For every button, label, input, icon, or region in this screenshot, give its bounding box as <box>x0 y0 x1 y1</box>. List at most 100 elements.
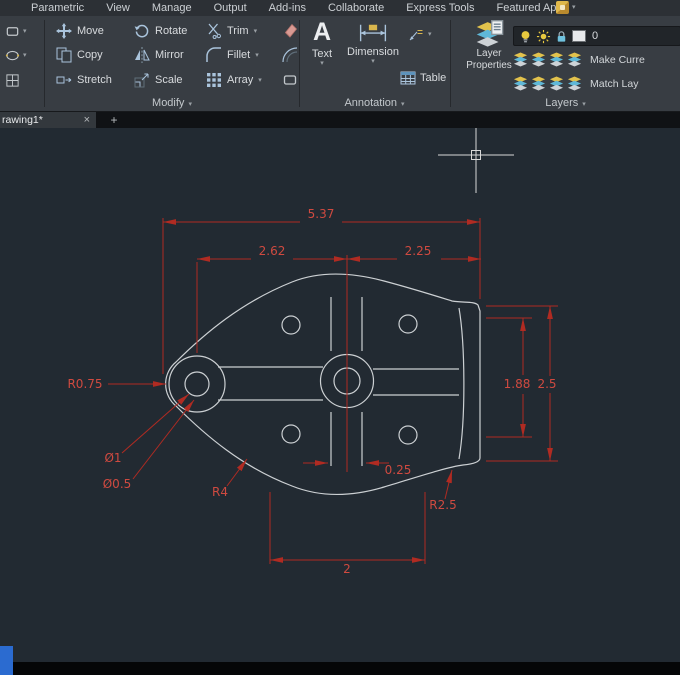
menu-item-manage[interactable]: Manage <box>141 2 203 14</box>
copy-button[interactable]: Copy <box>48 44 126 66</box>
rotate-label: Rotate <box>155 25 188 37</box>
layers-panel: Layer Properties 0 Make Curre Match Lay … <box>451 16 680 112</box>
layer-lock-icon <box>554 29 569 44</box>
layer-properties-label-2: Properties <box>466 60 512 71</box>
part-geometry[interactable] <box>165 273 481 495</box>
new-tab-button[interactable]: + <box>106 113 122 127</box>
ellipse-tool-button[interactable]: ▾ <box>5 48 27 63</box>
match-layer-label: Match Lay <box>590 77 639 90</box>
rotate-button[interactable]: Rotate <box>126 20 198 42</box>
chevron-down-icon: ▾ <box>23 52 27 59</box>
dim-right-span: 2.25 <box>405 244 432 258</box>
trim-button[interactable]: Trim ▾ <box>198 20 274 42</box>
bolt-hole <box>398 314 418 334</box>
fillet-label: Fillet <box>227 49 251 61</box>
modify-panel-label[interactable]: Modify ▾ <box>46 95 298 112</box>
dim-hole-spacing: 1.88 <box>504 377 531 391</box>
menu-item-parametric[interactable]: Parametric <box>20 2 95 14</box>
drawing-tab-label: rawing1* <box>2 114 43 126</box>
trim-label: Trim <box>227 25 249 37</box>
menu-item-addins[interactable]: Add-ins <box>258 2 317 14</box>
rectangle-tool-button[interactable]: ▾ <box>5 24 27 39</box>
layer-properties-button[interactable]: Layer Properties <box>465 18 513 96</box>
menu-item-collaborate[interactable]: Collaborate <box>317 2 395 14</box>
table-button[interactable]: Table <box>400 70 446 86</box>
table-label: Table <box>420 72 447 84</box>
dim-left-span: 2.62 <box>259 244 286 258</box>
scale-icon <box>134 72 150 88</box>
table-icon <box>400 70 416 86</box>
rectangle-icon <box>5 24 20 39</box>
array-label: Array <box>227 74 254 86</box>
dimension-annotations[interactable] <box>108 218 558 564</box>
move-label: Move <box>77 25 104 37</box>
leader-button[interactable]: ▾ <box>408 26 432 42</box>
explode-button[interactable] <box>274 69 298 91</box>
annotation-panel-title: Annotation <box>344 97 398 109</box>
chevron-down-icon: ▾ <box>188 101 192 108</box>
move-button[interactable]: Move <box>48 20 126 42</box>
mirror-label: Mirror <box>155 49 184 61</box>
dimension-button[interactable]: Dimension ▾ <box>342 22 404 65</box>
scale-button[interactable]: Scale <box>126 69 198 91</box>
dim-fillet-radius: R4 <box>212 485 228 499</box>
chevron-down-icon: ▾ <box>572 4 576 11</box>
annotation-panel: A Text ▾ Dimension ▾ ▾ Table Annotation ▾ <box>300 16 449 112</box>
layer-color-swatch <box>572 30 586 42</box>
ellipse-icon <box>5 48 20 63</box>
crosshair-cursor <box>438 128 514 193</box>
layer-select-dropdown[interactable]: 0 <box>513 26 680 46</box>
stretch-label: Stretch <box>77 74 112 86</box>
hatch-tool-button[interactable] <box>5 73 20 88</box>
stretch-button[interactable]: Stretch <box>48 69 126 91</box>
bolt-hole <box>281 424 301 444</box>
move-icon <box>56 23 72 39</box>
erase-button[interactable] <box>274 20 298 42</box>
annotation-panel-label[interactable]: Annotation ▾ <box>300 95 449 112</box>
layers-panel-label[interactable]: Layers ▾ <box>451 95 680 112</box>
current-layer-name: 0 <box>592 30 599 42</box>
chevron-down-icon: ▾ <box>253 27 258 35</box>
copy-label: Copy <box>77 49 103 61</box>
left-hub-inner-circle <box>184 371 210 397</box>
scale-label: Scale <box>155 74 183 86</box>
taskbar-peek[interactable] <box>0 646 13 675</box>
dim-slot-offset: 0.25 <box>385 463 412 477</box>
layer-stack-icon <box>567 52 582 67</box>
stretch-icon <box>56 72 72 88</box>
layer-properties-label-1: Layer <box>476 48 502 59</box>
mirror-icon <box>134 47 150 63</box>
app-badge-button[interactable]: ▾ <box>556 1 576 14</box>
drawing-canvas[interactable]: 5.37 2.62 2.25 R0.75 Ø1 Ø0.5 R4 0.25 R2.… <box>0 128 680 662</box>
dim-overall-width: 5.37 <box>308 207 335 221</box>
drawing-tab[interactable]: rawing1* × <box>0 112 96 128</box>
close-tab-icon[interactable]: × <box>84 114 90 126</box>
menu-item-view[interactable]: View <box>95 2 141 14</box>
file-tab-bar: rawing1* × + <box>0 112 680 128</box>
match-layer-button[interactable]: Match Lay <box>513 76 638 91</box>
fillet-button[interactable]: Fillet ▾ <box>198 44 274 66</box>
mirror-button[interactable]: Mirror <box>126 44 198 66</box>
grid-icon <box>5 73 20 88</box>
bolt-hole <box>398 425 418 445</box>
menu-item-output[interactable]: Output <box>203 2 258 14</box>
dimension-label: Dimension <box>347 46 399 58</box>
chevron-down-icon: ▾ <box>428 30 432 38</box>
layer-stack-icon <box>549 52 564 67</box>
chevron-down-icon: ▾ <box>320 60 324 67</box>
array-button[interactable]: Array ▾ <box>198 69 274 91</box>
array-icon <box>206 72 222 88</box>
fillet-icon <box>206 47 222 63</box>
layer-thaw-sun-icon <box>536 29 551 44</box>
dim-right-height: 2.5 <box>537 377 556 391</box>
right-inner-edge <box>458 307 465 460</box>
chevron-down-icon: ▾ <box>582 101 586 108</box>
menu-item-express-tools[interactable]: Express Tools <box>395 2 485 14</box>
ribbon: ▾ ▾ Move Rotate Trim ▾ Copy Mirror Fille… <box>0 16 680 112</box>
chamfer-button[interactable] <box>274 44 298 66</box>
make-current-button[interactable]: Make Curre <box>513 52 645 67</box>
layer-stack-icon <box>531 52 546 67</box>
menu-bar: Parametric View Manage Output Add-ins Co… <box>0 0 680 16</box>
chevron-down-icon: ▾ <box>401 101 405 108</box>
text-button[interactable]: A Text ▾ <box>304 18 340 67</box>
